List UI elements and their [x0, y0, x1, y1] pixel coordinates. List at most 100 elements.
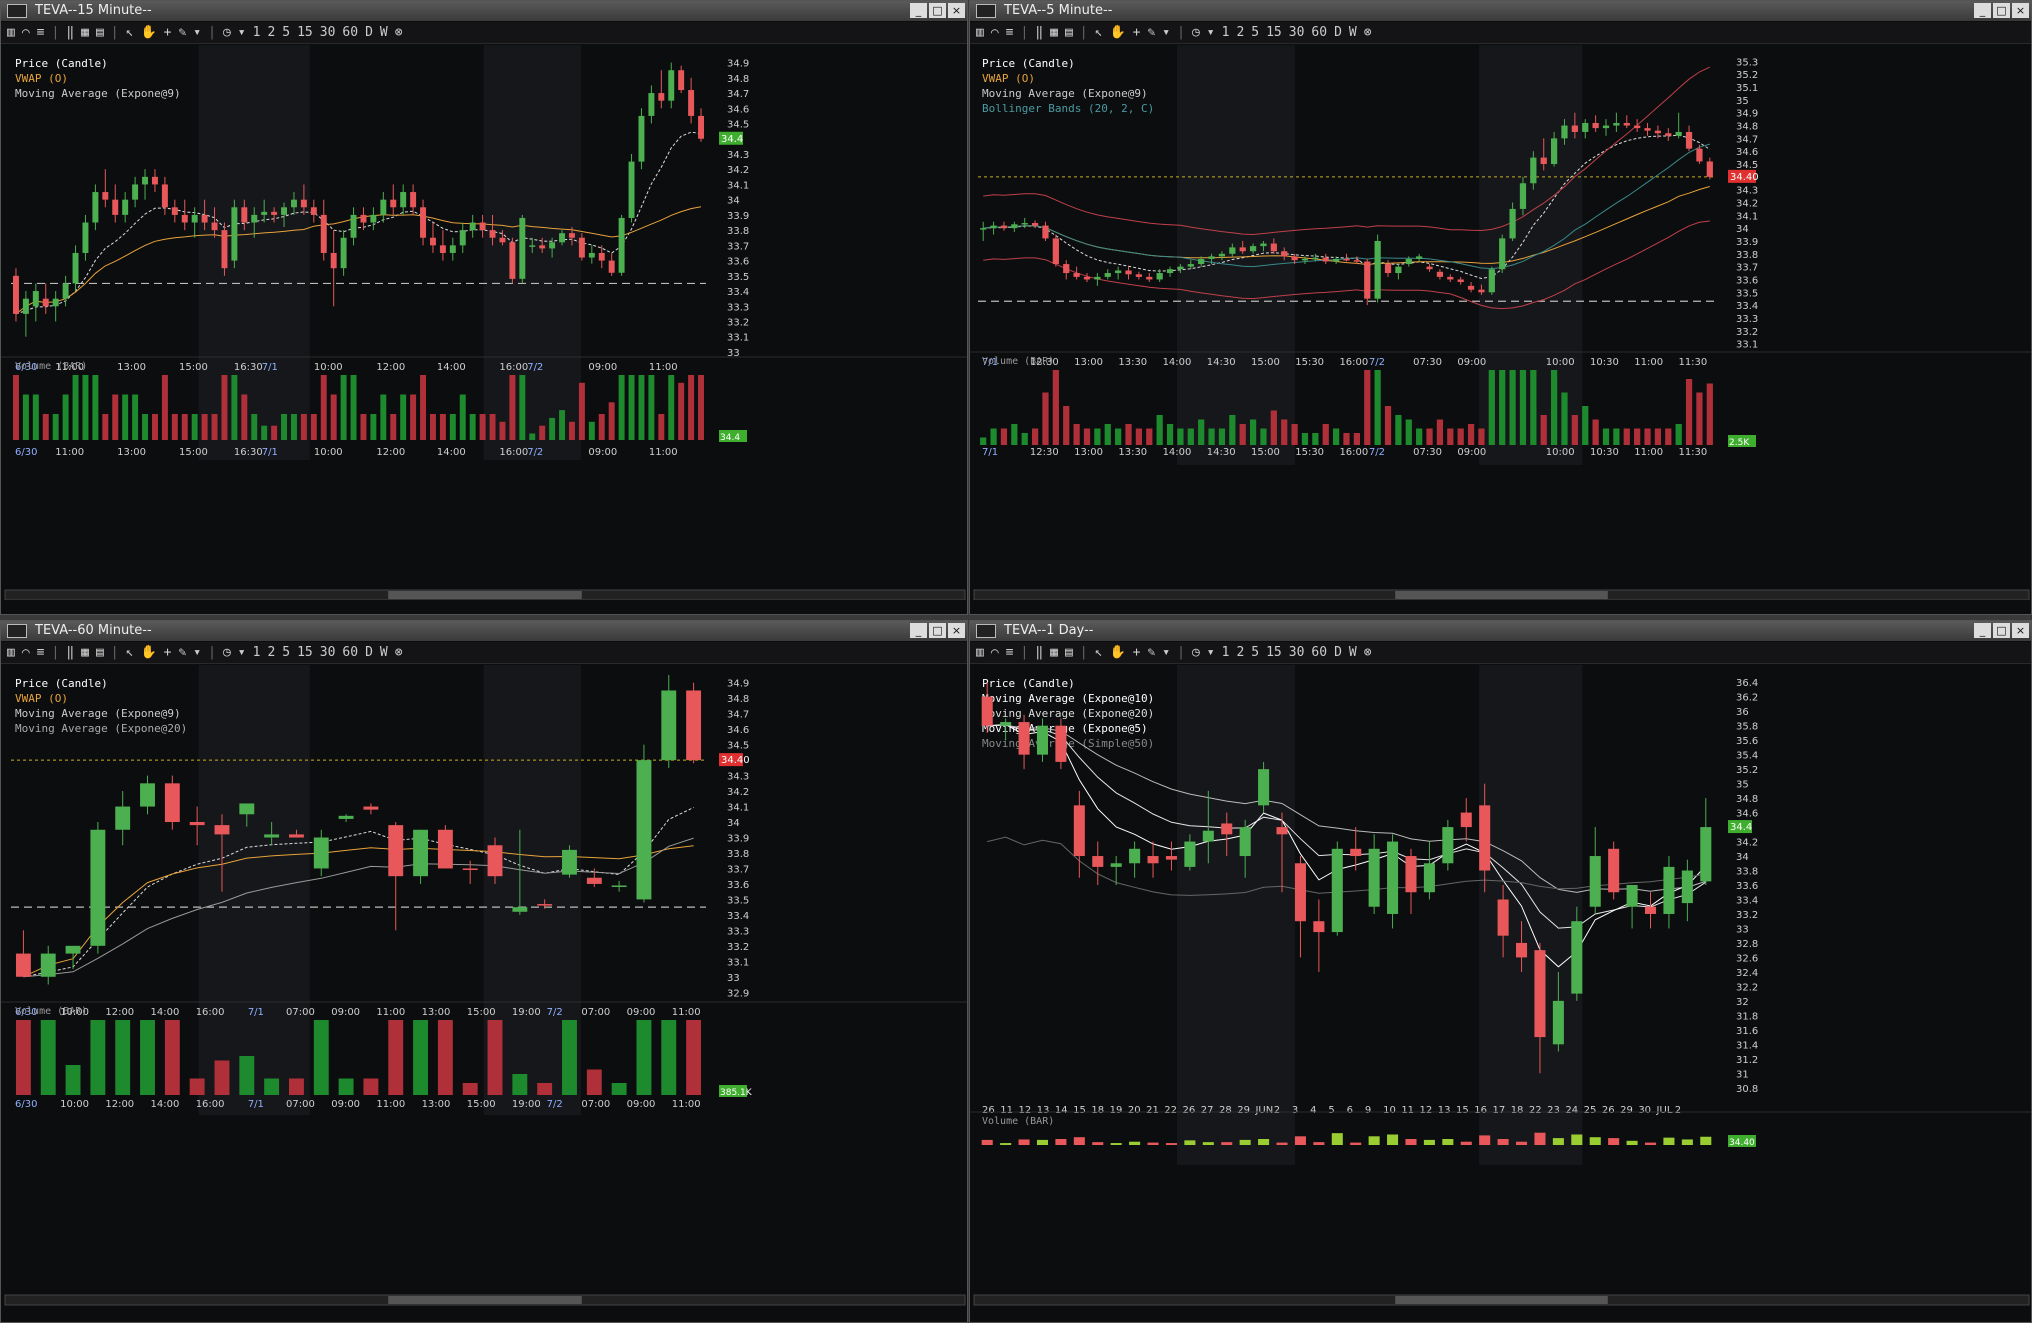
- timeframe-15[interactable]: 15: [297, 25, 313, 40]
- cancel-icon[interactable]: ⊗: [1364, 25, 1372, 40]
- scrollbar-thumb[interactable]: [388, 1296, 582, 1304]
- timeframe-1[interactable]: 1: [1222, 645, 1230, 660]
- timeframe-30[interactable]: 30: [1289, 25, 1305, 40]
- close-button[interactable]: ×: [2012, 3, 2029, 18]
- dropdown-icon[interactable]: ▾: [1207, 645, 1215, 660]
- grid-icon[interactable]: ▦: [1050, 645, 1058, 660]
- maximize-button[interactable]: □: [929, 623, 946, 638]
- dropdown-icon[interactable]: ▾: [193, 25, 201, 40]
- hand-icon[interactable]: ✋: [140, 25, 156, 40]
- close-button[interactable]: ×: [948, 3, 965, 18]
- timeframe-1[interactable]: 1: [253, 25, 261, 40]
- pencil-icon[interactable]: ✎: [1147, 645, 1155, 660]
- layout-icon[interactable]: ▤: [96, 645, 104, 660]
- hand-icon[interactable]: ✋: [1109, 25, 1125, 40]
- draw-icon[interactable]: ⌒: [991, 645, 999, 660]
- bars-icon[interactable]: ‖: [66, 25, 74, 40]
- pencil-icon[interactable]: ✎: [178, 25, 186, 40]
- window-title-bar[interactable]: TEVA--60 Minute-- _ □ ×: [1, 621, 967, 641]
- draw-icon[interactable]: ⌒: [991, 25, 999, 40]
- timeframe-D[interactable]: D: [1334, 25, 1342, 40]
- pencil-icon[interactable]: ✎: [1147, 25, 1155, 40]
- clock-icon[interactable]: ◷: [1192, 645, 1200, 660]
- timeframe-30[interactable]: 30: [320, 645, 336, 660]
- chart-toolbar[interactable]: ▥ ⌒ ≡ | ‖ ▦ ▤ | ↖ ✋ + ✎ ▾ | ◷ ▾ 1 2 5 15 30 60 D W ⊗: [1, 22, 967, 44]
- timeframe-30[interactable]: 30: [1289, 645, 1305, 660]
- maximize-button[interactable]: □: [929, 3, 946, 18]
- timeframe-W[interactable]: W: [380, 645, 388, 660]
- dropdown-icon[interactable]: ▾: [193, 645, 201, 660]
- cancel-icon[interactable]: ⊗: [395, 645, 403, 660]
- list-icon[interactable]: ≡: [1006, 25, 1014, 40]
- timeframe-1[interactable]: 1: [253, 645, 261, 660]
- crosshair-icon[interactable]: +: [1133, 25, 1141, 40]
- timeframe-60[interactable]: 60: [1311, 645, 1327, 660]
- timeframe-15[interactable]: 15: [1266, 645, 1282, 660]
- hand-icon[interactable]: ✋: [140, 645, 156, 660]
- cursor-icon[interactable]: ↖: [1095, 645, 1103, 660]
- chart-icon[interactable]: ▥: [976, 645, 984, 660]
- timeframe-5[interactable]: 5: [1251, 645, 1259, 660]
- cancel-icon[interactable]: ⊗: [1364, 645, 1372, 660]
- timeframe-60[interactable]: 60: [1311, 25, 1327, 40]
- timeframe-D[interactable]: D: [365, 645, 373, 660]
- timeframe-60[interactable]: 60: [342, 645, 358, 660]
- window-title-bar[interactable]: TEVA--5 Minute-- _ □ ×: [970, 1, 2031, 21]
- chart-icon[interactable]: ▥: [976, 25, 984, 40]
- window-1day[interactable]: TEVA--1 Day-- _ □ × ▥ ⌒ ≡ | ‖ ▦ ▤ | ↖ ✋ + ✎ ▾ | ◷ ▾ 1 2 5 15 3…: [969, 620, 2032, 1323]
- clock-icon[interactable]: ◷: [223, 25, 231, 40]
- dropdown-icon[interactable]: ▾: [1207, 25, 1215, 40]
- maximize-button[interactable]: □: [1993, 623, 2010, 638]
- hand-icon[interactable]: ✋: [1109, 645, 1125, 660]
- cancel-icon[interactable]: ⊗: [395, 25, 403, 40]
- timeframe-W[interactable]: W: [380, 25, 388, 40]
- dropdown-icon[interactable]: ▾: [1162, 25, 1170, 40]
- crosshair-icon[interactable]: +: [164, 25, 172, 40]
- chart-toolbar[interactable]: ▥ ⌒ ≡ | ‖ ▦ ▤ | ↖ ✋ + ✎ ▾ | ◷ ▾ 1 2 5 15 30 60 D W ⊗: [970, 22, 2031, 44]
- timeframe-2[interactable]: 2: [267, 25, 275, 40]
- bars-icon[interactable]: ‖: [1035, 25, 1043, 40]
- scrollbar-thumb[interactable]: [1395, 591, 1608, 599]
- layout-icon[interactable]: ▤: [96, 25, 104, 40]
- draw-icon[interactable]: ⌒: [22, 645, 30, 660]
- grid-icon[interactable]: ▦: [81, 645, 89, 660]
- timeframe-2[interactable]: 2: [267, 645, 275, 660]
- window-title-bar[interactable]: TEVA--15 Minute-- _ □ ×: [1, 1, 967, 21]
- timeframe-15[interactable]: 15: [1266, 25, 1282, 40]
- cursor-icon[interactable]: ↖: [126, 25, 134, 40]
- chart-toolbar[interactable]: ▥ ⌒ ≡ | ‖ ▦ ▤ | ↖ ✋ + ✎ ▾ | ◷ ▾ 1 2 5 15 30 60 D W ⊗: [1, 642, 967, 664]
- timeframe-5[interactable]: 5: [282, 25, 290, 40]
- close-button[interactable]: ×: [948, 623, 965, 638]
- grid-icon[interactable]: ▦: [81, 25, 89, 40]
- list-icon[interactable]: ≡: [37, 25, 45, 40]
- timeframe-D[interactable]: D: [365, 25, 373, 40]
- dropdown-icon[interactable]: ▾: [1162, 645, 1170, 660]
- timeframe-5[interactable]: 5: [1251, 25, 1259, 40]
- dropdown-icon[interactable]: ▾: [238, 645, 246, 660]
- layout-icon[interactable]: ▤: [1065, 25, 1073, 40]
- dropdown-icon[interactable]: ▾: [238, 25, 246, 40]
- timeframe-2[interactable]: 2: [1236, 645, 1244, 660]
- window-5min[interactable]: TEVA--5 Minute-- _ □ × ▥ ⌒ ≡ | ‖ ▦ ▤ | ↖ ✋ + ✎ ▾ | ◷ ▾ 1 2 5…: [969, 0, 2032, 615]
- minimize-button[interactable]: _: [910, 623, 927, 638]
- chart-5min[interactable]: Price (Candle) VWAP (O) Moving Average (Ex…: [970, 45, 2032, 600]
- bars-icon[interactable]: ‖: [66, 645, 74, 660]
- window-60min[interactable]: TEVA--60 Minute-- _ □ × ▥ ⌒ ≡ | ‖ ▦ ▤ | ↖ ✋ + ✎ ▾ | ◷ ▾ 1 2…: [0, 620, 968, 1323]
- window-title-bar[interactable]: TEVA--1 Day-- _ □ ×: [970, 621, 2031, 641]
- crosshair-icon[interactable]: +: [1133, 645, 1141, 660]
- timeframe-1[interactable]: 1: [1222, 25, 1230, 40]
- timeframe-W[interactable]: W: [1349, 25, 1357, 40]
- timeframe-W[interactable]: W: [1349, 645, 1357, 660]
- pencil-icon[interactable]: ✎: [178, 645, 186, 660]
- scrollbar-thumb[interactable]: [388, 591, 582, 599]
- timeframe-15[interactable]: 15: [297, 645, 313, 660]
- chart-icon[interactable]: ▥: [7, 25, 15, 40]
- minimize-button[interactable]: _: [910, 3, 927, 18]
- crosshair-icon[interactable]: +: [164, 645, 172, 660]
- timeframe-D[interactable]: D: [1334, 645, 1342, 660]
- close-button[interactable]: ×: [2012, 623, 2029, 638]
- grid-icon[interactable]: ▦: [1050, 25, 1058, 40]
- clock-icon[interactable]: ◷: [223, 645, 231, 660]
- draw-icon[interactable]: ⌒: [22, 25, 30, 40]
- chart-1day[interactable]: Price (Candle) Moving Average (Expone@10)…: [970, 665, 2032, 1310]
